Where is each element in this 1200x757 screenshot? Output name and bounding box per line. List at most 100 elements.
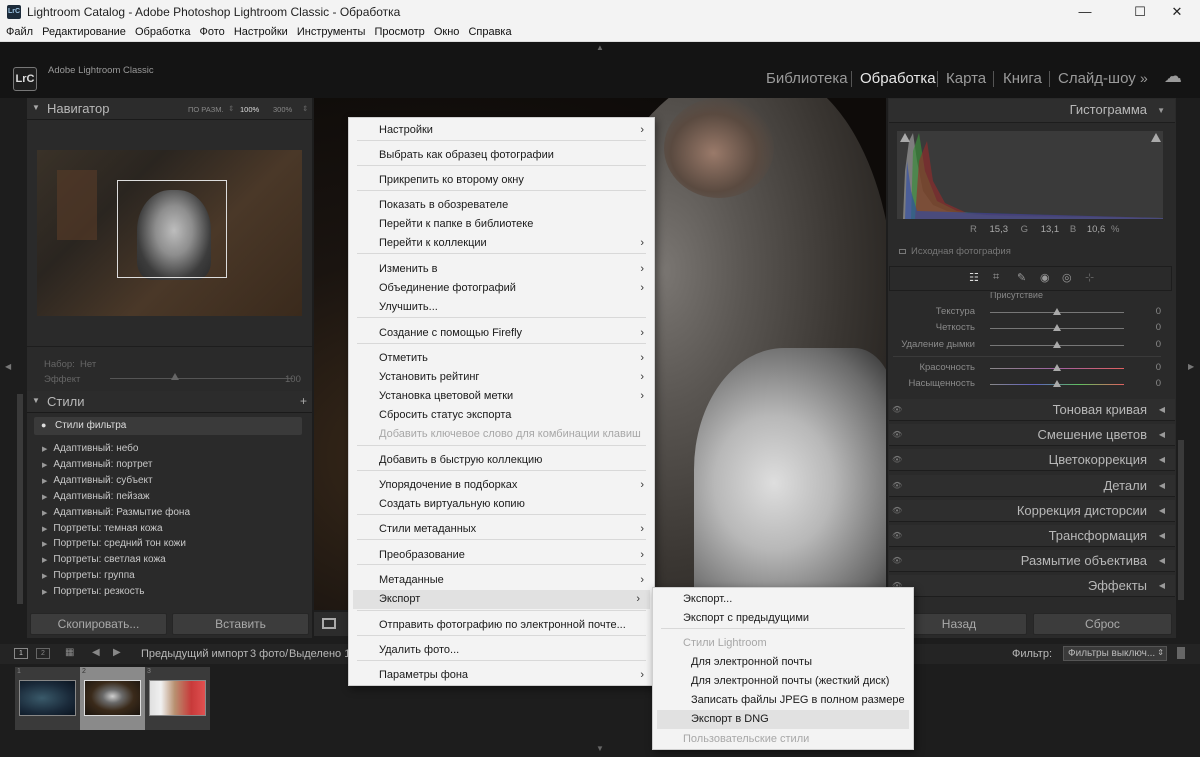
menu-file[interactable]: Файл	[0, 24, 33, 38]
style-item[interactable]: ▶ Портреты: темная кожа	[42, 523, 163, 534]
filter-dropdown[interactable]: Фильтры выключ... ⇕	[1063, 646, 1167, 661]
right-scrollbar[interactable]	[1178, 440, 1184, 600]
mask-icon[interactable]: ◎	[1062, 271, 1072, 284]
loupe-view-icon[interactable]	[322, 618, 336, 629]
menu-tools[interactable]: Инструменты	[291, 24, 366, 38]
reset-button[interactable]: Сброс	[1033, 613, 1172, 635]
heal-icon[interactable]: ✎	[1017, 271, 1026, 284]
left-scrollbar[interactable]	[17, 394, 23, 604]
context-menu-item[interactable]: Метаданные ›	[349, 571, 654, 590]
page-1-button[interactable]: 1	[14, 648, 28, 659]
zoom-fit[interactable]: ПО РАЗМ.	[188, 105, 224, 114]
style-item[interactable]: ▶ Адаптивный: небо	[42, 443, 138, 454]
navigator-header[interactable]: ▼ Навигатор ПО РАЗМ. ⇕ 100% 300% ⇕	[27, 98, 312, 120]
panel-header[interactable]: 👁 Детали ◀	[889, 474, 1175, 497]
context-menu-item[interactable]: Создание с помощью Firefly ›	[349, 324, 654, 343]
menu-photo[interactable]: Фото	[194, 24, 225, 38]
menu-window[interactable]: Окно	[428, 24, 460, 38]
export-menu-item[interactable]: Для электронной почты	[653, 653, 913, 672]
context-menu-item[interactable]: Прикрепить ко второму окну	[349, 171, 654, 190]
context-menu-item[interactable]: Объединение фотографий ›	[349, 279, 654, 298]
forward-arrow-icon[interactable]: ▶	[113, 647, 121, 658]
histogram[interactable]	[897, 131, 1163, 219]
collapse-right-icon[interactable]: ▶	[1188, 362, 1194, 371]
style-item[interactable]: ▶ Адаптивный: субъект	[42, 475, 153, 486]
zoom-300[interactable]: 300%	[273, 105, 292, 114]
filter-styles-row[interactable]: ● Стили фильтра	[34, 417, 302, 435]
context-menu-item[interactable]: Удалить фото...	[349, 641, 654, 660]
panel-header[interactable]: 👁 Эффекты ◀	[889, 575, 1175, 598]
navigator-preview[interactable]	[37, 150, 302, 316]
context-menu-item[interactable]: Экспорт ›	[353, 590, 650, 609]
context-menu-item[interactable]: Показать в обозревателе	[349, 196, 654, 215]
context-menu-item[interactable]: Упорядочение в подборках ›	[349, 476, 654, 495]
panel-header[interactable]: 👁 Цветокоррекция ◀	[889, 449, 1175, 472]
zoom-100[interactable]: 100%	[240, 105, 259, 114]
panel-header[interactable]: 👁 Размытие объектива ◀	[889, 550, 1175, 573]
module-library[interactable]: Библиотека	[766, 70, 848, 87]
context-menu-item[interactable]: Стили метаданных ›	[349, 520, 654, 539]
presence-slider[interactable]: Насыщенность 0	[893, 378, 1161, 392]
thumbnail-1[interactable]: 1	[15, 667, 80, 730]
grid-view-icon[interactable]: ▦	[65, 647, 74, 658]
back-arrow-icon[interactable]: ◀	[92, 647, 100, 658]
style-item[interactable]: ▶ Портреты: группа	[42, 570, 135, 581]
presence-slider[interactable]: Текстура 0	[893, 306, 1161, 320]
styles-header[interactable]: ▼ Стили +	[27, 391, 312, 413]
context-menu-item[interactable]: Отправить фотографию по электронной почт…	[349, 616, 654, 635]
menu-edit[interactable]: Редактирование	[36, 24, 126, 38]
module-map[interactable]: Карта	[946, 70, 986, 87]
more-modules-icon[interactable]: »	[1140, 70, 1148, 86]
context-menu-item[interactable]: Установка цветовой метки ›	[349, 387, 654, 406]
highlight-clip-icon[interactable]	[1151, 133, 1161, 142]
export-menu-item[interactable]: Экспорт...	[653, 590, 913, 609]
menu-help[interactable]: Справка	[462, 24, 511, 38]
context-menu-item[interactable]: Установить рейтинг ›	[349, 368, 654, 387]
presence-slider[interactable]: Четкость 0	[893, 322, 1161, 336]
collapse-left-icon[interactable]: ◀	[5, 362, 11, 371]
style-item[interactable]: ▶ Портреты: светлая кожа	[42, 554, 166, 565]
filmstrip-source[interactable]: Предыдущий импорт	[141, 648, 248, 660]
context-menu-item[interactable]: Изменить в ›	[349, 260, 654, 279]
shadow-clip-icon[interactable]	[900, 133, 910, 142]
context-menu-item[interactable]: Перейти к коллекции ›	[349, 234, 654, 253]
module-book[interactable]: Книга	[1003, 70, 1042, 87]
export-menu-item[interactable]: Экспорт в DNG	[657, 710, 909, 729]
context-menu-item[interactable]: Отметить ›	[349, 349, 654, 368]
original-photo-toggle[interactable]: Исходная фотография	[899, 246, 1011, 257]
export-menu-item[interactable]: Экспорт с предыдущими	[653, 609, 913, 628]
collapse-bottom-icon[interactable]: ▼	[596, 744, 604, 753]
menu-settings[interactable]: Настройки	[228, 24, 288, 38]
context-menu-item[interactable]: Сбросить статус экспорта	[349, 406, 654, 425]
add-style-icon[interactable]: +	[300, 394, 307, 408]
collapse-top-icon[interactable]: ▲	[596, 43, 604, 52]
thumbnail-3[interactable]: 3	[145, 667, 210, 730]
edit-sliders-icon[interactable]: ☷	[969, 271, 979, 284]
thumbnail-2-selected[interactable]: 2	[80, 667, 145, 730]
context-menu-item[interactable]: Преобразование ›	[349, 546, 654, 565]
navigator-zoom-box[interactable]	[117, 180, 227, 278]
export-menu-item[interactable]: Записать файлы JPEG в полном размере	[653, 691, 913, 710]
panel-header[interactable]: 👁 Трансформация ◀	[889, 525, 1175, 547]
context-menu-item[interactable]: Параметры фона ›	[349, 666, 654, 685]
style-item[interactable]: ▶ Адаптивный: Размытие фона	[42, 507, 190, 518]
menu-develop[interactable]: Обработка	[129, 24, 190, 38]
close-icon[interactable]: ✕	[1154, 0, 1200, 24]
style-item[interactable]: ▶ Портреты: резкость	[42, 586, 145, 597]
context-menu-item[interactable]: Перейти к папке в библиотеке	[349, 215, 654, 234]
panel-header[interactable]: 👁 Смешение цветов ◀	[889, 424, 1175, 447]
style-item[interactable]: ▶ Адаптивный: пейзаж	[42, 491, 150, 502]
context-menu-item[interactable]: Добавить в быструю коллекцию	[349, 451, 654, 470]
crop-icon[interactable]: ⌗	[993, 271, 999, 284]
panel-header[interactable]: 👁 Коррекция дисторсии ◀	[889, 499, 1175, 522]
paste-button[interactable]: Вставить	[172, 613, 309, 635]
module-slideshow[interactable]: Слайд-шоу	[1058, 70, 1136, 87]
context-menu-item[interactable]: Улучшить...	[349, 298, 654, 317]
ai-icon[interactable]: ⊹	[1085, 271, 1094, 284]
context-menu-item[interactable]: Выбрать как образец фотографии	[349, 146, 654, 165]
presence-slider[interactable]: Красочность 0	[893, 362, 1161, 376]
filter-lock-icon[interactable]	[1177, 647, 1185, 659]
page-2-button[interactable]: 2	[36, 648, 50, 659]
context-menu-item[interactable]: Настройки ›	[349, 121, 654, 140]
cloud-icon[interactable]: ☁	[1164, 66, 1182, 87]
